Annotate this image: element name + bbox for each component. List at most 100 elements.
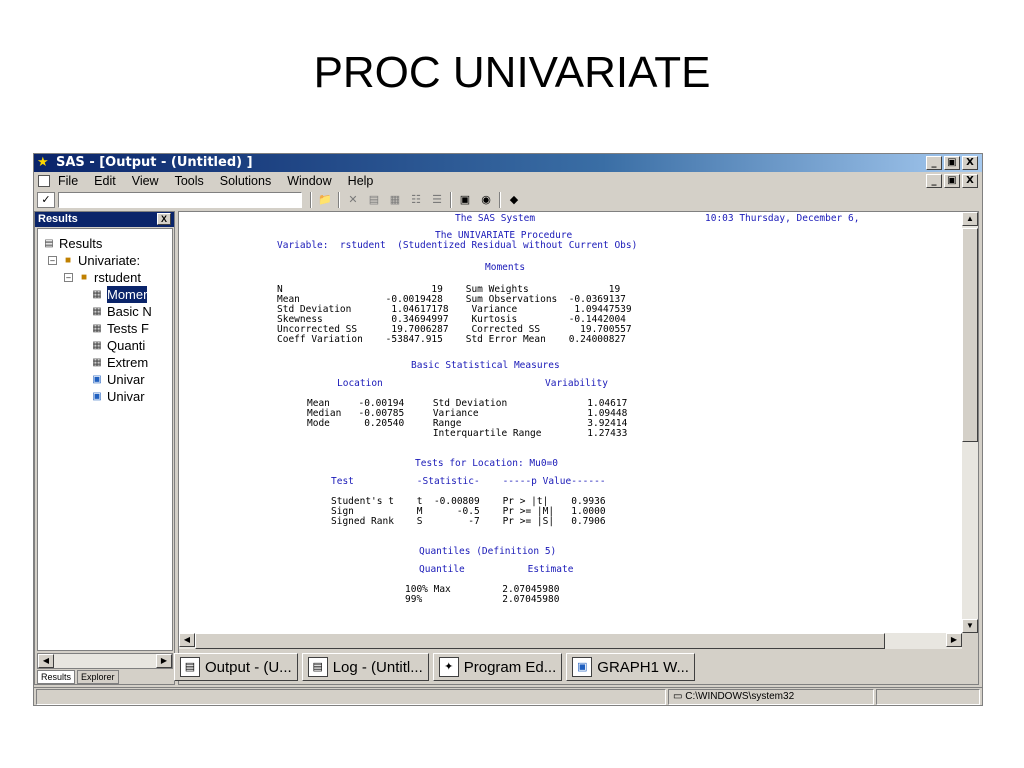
menu-window[interactable]: Window <box>287 172 331 190</box>
table-icon: ▦ <box>92 289 102 300</box>
status-bar: ▭ C:\WINDOWS\system32 <box>34 687 982 705</box>
status-path: ▭ C:\WINDOWS\system32 <box>668 689 874 705</box>
sas-app-icon[interactable]: ★ <box>37 156 53 170</box>
variability-header: Variability <box>545 378 608 389</box>
taskbar-output-button[interactable]: ▤ Output - (U... <box>174 653 298 681</box>
output-horizontal-scrollbar[interactable]: ◀ ▶ <box>179 633 962 649</box>
output-text-area[interactable]: The SAS System 10:03 Thursday, December … <box>179 212 962 633</box>
tree-node-rstudent[interactable]: – ■ rstudent <box>64 269 141 286</box>
child-minimize-button[interactable]: _ <box>926 174 942 188</box>
results-close-button[interactable]: X <box>157 213 171 225</box>
tests-row: Signed Rank S -7 Pr >= |S| 0.7906 <box>331 516 606 527</box>
command-input[interactable] <box>58 192 302 208</box>
restore-button[interactable]: ▣ <box>944 156 960 170</box>
help-icon[interactable]: ◆ <box>506 192 522 208</box>
up-folder-icon[interactable]: 📁 <box>317 192 333 208</box>
results-title: Results <box>38 213 78 225</box>
taskbar-log-button[interactable]: ▤ Log - (Untitl... <box>301 653 429 681</box>
scroll-down-icon[interactable]: ▼ <box>962 619 978 633</box>
tests-header: Test -Statistic- -----p Value------ <box>331 476 606 487</box>
close-button[interactable]: X <box>962 156 978 170</box>
drive-icon: ▭ <box>673 691 683 702</box>
toolbar: ✓ 📁 ✕ ▤ ▦ ☷ ☰ ▣ ◉ ◆ <box>34 190 982 210</box>
menu-solutions[interactable]: Solutions <box>220 172 271 190</box>
taskbar-program-editor-button[interactable]: ✦ Program Ed... <box>432 653 563 681</box>
scroll-up-icon[interactable]: ▲ <box>962 212 978 226</box>
status-message <box>36 689 666 705</box>
taskbar-graph-button[interactable]: ▣ GRAPH1 W... <box>566 653 695 681</box>
tree-node-graph-1[interactable]: ▣ Univar <box>90 371 144 388</box>
delete-icon[interactable]: ✕ <box>345 192 361 208</box>
menu-help[interactable]: Help <box>348 172 374 190</box>
toolbar-separator <box>450 192 452 208</box>
scroll-left-icon[interactable]: ◀ <box>38 654 54 668</box>
table-icon: ▦ <box>92 323 102 334</box>
results-tree: ▤ Results – ■ Univariate: – ■ rstudent ▦… <box>37 228 173 651</box>
scroll-right-icon[interactable]: ▶ <box>156 654 172 668</box>
collapse-icon[interactable]: – <box>64 273 73 282</box>
tree-node-extremes[interactable]: ▦ Extrem <box>90 354 148 371</box>
menu-tools[interactable]: Tools <box>175 172 204 190</box>
table-icon: ▦ <box>92 306 102 317</box>
graph-window-icon: ▣ <box>572 657 593 677</box>
horizontal-scroll-thumb[interactable] <box>195 633 885 649</box>
tree-node-univariate[interactable]: – ■ Univariate: <box>48 252 140 269</box>
slide-title: PROC UNIVARIATE <box>313 48 711 97</box>
menu-file[interactable]: File <box>58 172 78 190</box>
small-icons-icon[interactable]: ☷ <box>408 192 424 208</box>
menu-edit[interactable]: Edit <box>94 172 116 190</box>
status-extra <box>876 689 980 705</box>
details-icon[interactable]: ☰ <box>429 192 445 208</box>
toolbar-separator <box>338 192 340 208</box>
tree-node-basic-measures[interactable]: ▦ Basic N <box>90 303 152 320</box>
tree-node-results[interactable]: ▤ Results <box>42 235 102 252</box>
results-header: Results X <box>35 212 174 227</box>
window-taskbar: ▤ Output - (U... ▤ Log - (Untitl... ✦ Pr… <box>174 653 834 683</box>
child-close-button[interactable]: X <box>962 174 978 188</box>
toolbar-separator <box>499 192 501 208</box>
moments-title: Moments <box>485 262 526 273</box>
tree-node-moments[interactable]: ▦ Momer <box>90 286 148 303</box>
tab-explorer[interactable]: Explorer <box>77 670 119 684</box>
large-icons-icon[interactable]: ▦ <box>387 192 403 208</box>
output-window-icon: ▤ <box>180 657 200 677</box>
folder-icon: ■ <box>64 255 72 266</box>
minimize-button[interactable]: _ <box>926 156 942 170</box>
window-title: SAS - [Output - (Untitled) ] <box>56 155 253 170</box>
vertical-scroll-thumb[interactable] <box>962 228 978 442</box>
child-restore-button[interactable]: ▣ <box>944 174 960 188</box>
quantiles-title: Quantiles (Definition 5) <box>419 546 557 557</box>
collapse-icon[interactable]: – <box>48 256 57 265</box>
sas-window: ★ SAS - [Output - (Untitled) ] _ ▣ X Fil… <box>33 153 983 706</box>
tree-node-tests-location[interactable]: ▦ Tests F <box>90 320 149 337</box>
tree-node-graph-2[interactable]: ▣ Univar <box>90 388 144 405</box>
menu-bar: File Edit View Tools Solutions Window He… <box>34 172 982 190</box>
tree-icon[interactable]: ▣ <box>457 192 473 208</box>
folder-icon: ■ <box>80 272 88 283</box>
scroll-left-icon[interactable]: ◀ <box>179 633 195 647</box>
scroll-right-icon[interactable]: ▶ <box>946 633 962 647</box>
output-vertical-scrollbar[interactable]: ▲ ▼ <box>962 212 978 633</box>
program-editor-icon: ✦ <box>438 657 459 677</box>
log-window-icon: ▤ <box>307 657 328 677</box>
output-header-title: The SAS System <box>455 213 536 224</box>
tree-node-quantiles[interactable]: ▦ Quanti <box>90 337 145 354</box>
table-icon: ▦ <box>92 357 102 368</box>
variable-line: Variable: rstudent (Studentized Residual… <box>277 240 638 251</box>
moments-row: Coeff Variation -53847.915 Std Error Mea… <box>277 334 626 345</box>
graph-icon: ▣ <box>92 374 102 385</box>
command-check-button[interactable]: ✓ <box>37 192 55 208</box>
results-horizontal-scrollbar[interactable]: ◀ ▶ <box>37 653 173 669</box>
quantiles-row: 99% 2.07045980 <box>405 594 560 605</box>
tab-results[interactable]: Results <box>37 670 76 684</box>
title-bar[interactable]: ★ SAS - [Output - (Untitled) ] _ ▣ X <box>34 154 982 172</box>
location-header: Location <box>337 378 383 389</box>
properties-icon[interactable]: ▤ <box>366 192 382 208</box>
basic-measures-title: Basic Statistical Measures <box>411 360 560 371</box>
document-icon[interactable] <box>38 175 50 187</box>
quantiles-header: Quantile Estimate <box>419 564 574 575</box>
output-header-time: 10:03 Thursday, December 6, <box>705 213 860 224</box>
table-icon: ▦ <box>92 340 102 351</box>
menu-view[interactable]: View <box>132 172 159 190</box>
explorer-icon[interactable]: ◉ <box>478 192 494 208</box>
